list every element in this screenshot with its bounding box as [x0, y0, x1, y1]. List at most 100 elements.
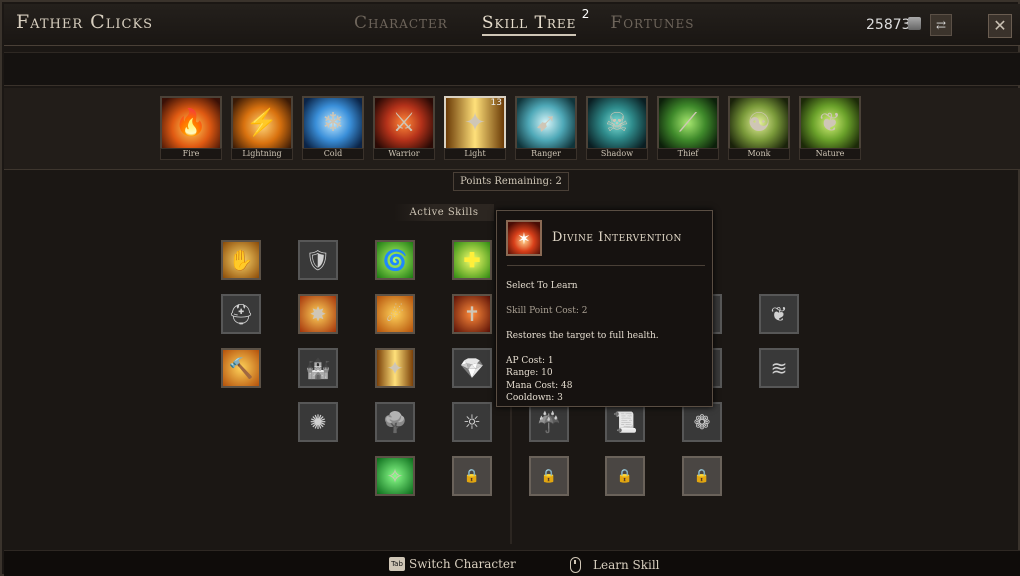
nature-icon: ❦ [799, 96, 861, 150]
swap-button[interactable]: ⇄ [930, 14, 952, 36]
skill-hammer[interactable]: 🔨 [221, 348, 261, 388]
switch-character-label: Switch Character [409, 557, 516, 571]
praying-hand-icon: ✋ [228, 248, 254, 272]
points-remaining: Points Remaining: 2 [453, 172, 569, 191]
skill-passive-tome[interactable]: 📜 [605, 402, 645, 442]
tree-shadow[interactable]: ☠ Shadow [586, 96, 648, 160]
tree-label: Nature [799, 148, 861, 160]
learn-skill-label: Learn Skill [593, 558, 660, 572]
lightning-hammer-icon: ⚡ [231, 96, 293, 150]
shield-icon: 🛡 [305, 248, 331, 272]
arrow-icon: ➹ [515, 96, 577, 150]
tree-nature[interactable]: ❦ Nature [799, 96, 861, 160]
active-skills-heading: Active Skills [394, 204, 494, 221]
lock-icon: 🔒 [540, 468, 558, 484]
skill-locked[interactable]: 🔒 [605, 456, 645, 496]
skill-passive-waterfall[interactable]: ☔ [529, 402, 569, 442]
tooltip-prompt: Select To Learn [506, 281, 578, 291]
tooltip-cooldown: Cooldown: 3 [506, 393, 563, 403]
tree-thief[interactable]: ⟋ Thief [657, 96, 719, 160]
monk-icon: ☯ [728, 96, 790, 150]
ice-crystal-icon: ❄ [302, 96, 364, 150]
skill-locked[interactable]: 🔒 [529, 456, 569, 496]
tome-icon: 📜 [612, 410, 638, 434]
tooltip-separator [507, 265, 705, 266]
tree-ranger[interactable]: ➹ Ranger [515, 96, 577, 160]
tree-lightning[interactable]: ⚡ Lightning [231, 96, 293, 160]
tab-skill-tree-label: Skill Tree [481, 13, 577, 33]
gold-amount: 25873 [866, 17, 911, 33]
waterfall-icon: ☔ [536, 410, 562, 434]
plus-icon: ✚ [463, 248, 481, 272]
divine-intervention-icon: ✶ [506, 220, 542, 256]
beam-icon: ✦ [386, 356, 404, 380]
coin-stack-icon [908, 17, 921, 30]
skill-orb[interactable]: ✺ [298, 402, 338, 442]
claw-icon: ⟋ [657, 96, 719, 150]
skill-passive-swirl[interactable]: ≋ [759, 348, 799, 388]
skill-radiance[interactable]: ☼ [452, 402, 492, 442]
tree-label: Shadow [586, 148, 648, 160]
tree-cold[interactable]: ❄ Cold [302, 96, 364, 160]
skill-locked[interactable]: 🔒 [682, 456, 722, 496]
skill-tree-bar [4, 88, 1020, 170]
fire-figure-icon: 🔥 [160, 96, 222, 150]
skill-heal[interactable]: ✚ [452, 240, 492, 280]
tab-skill-tree[interactable]: Skill Tree 2 [481, 7, 589, 36]
tooltip-range: Range: 10 [506, 368, 553, 378]
tooltip-mana-cost: Mana Cost: 48 [506, 381, 573, 391]
tab-character[interactable]: Character [354, 13, 448, 36]
burst-icon: ✸ [309, 302, 327, 326]
tree-fire[interactable]: 🔥 Fire [160, 96, 222, 160]
tooltip-ap-cost: AP Cost: 1 [506, 356, 554, 366]
skill-passive-scroll[interactable]: ❁ [682, 402, 722, 442]
close-icon: ✕ [993, 16, 1007, 35]
warrior-icon: ⚔ [373, 96, 435, 150]
swirl-icon: 🌀 [382, 248, 408, 272]
header-strip [4, 52, 1020, 86]
tree-label: Ranger [515, 148, 577, 160]
skill-shield[interactable]: 🛡 [298, 240, 338, 280]
cross-icon: ✝ [463, 302, 481, 326]
skill-flare[interactable]: ☄ [375, 294, 415, 334]
skill-helmet[interactable]: ⛑ [221, 294, 261, 334]
tree-light[interactable]: ✦ 13 Light [444, 96, 506, 160]
skill-tree-of-life[interactable]: 🌳 [375, 402, 415, 442]
skill-holy-cross[interactable]: ✝ [452, 294, 492, 334]
close-button[interactable]: ✕ [988, 14, 1012, 38]
skill-gem[interactable]: 💎 [452, 348, 492, 388]
lock-icon: 🔒 [616, 468, 634, 484]
crystal-icon: ✧ [386, 464, 404, 488]
skill-tooltip: ✶ Divine Intervention Select To Learn Sk… [496, 210, 713, 407]
skill-holy-hand[interactable]: ✋ [221, 240, 261, 280]
tree-label: Warrior [373, 148, 435, 160]
skill-light-beam[interactable]: ✦ [375, 348, 415, 388]
tree-label: Cold [302, 148, 364, 160]
wings-icon: ❦ [770, 302, 788, 326]
tab-fortunes[interactable]: Fortunes [610, 13, 694, 36]
character-name: Father Clicks [16, 11, 154, 33]
shadow-mask-icon: ☠ [586, 96, 648, 150]
learn-skill-hint[interactable]: Learn Skill [570, 557, 660, 573]
skill-green-crystal[interactable]: ✧ [375, 456, 415, 496]
tooltip-cost: Skill Point Cost: 2 [506, 306, 588, 316]
scroll-icon: ❁ [693, 410, 711, 434]
tree-monk[interactable]: ☯ Monk [728, 96, 790, 160]
skill-green-swirl[interactable]: 🌀 [375, 240, 415, 280]
swirl-icon: ≋ [770, 356, 788, 380]
tooltip-title: Divine Intervention [552, 230, 682, 245]
lock-icon: 🔒 [693, 468, 711, 484]
hammer-icon: 🔨 [228, 356, 254, 380]
tree-icon: 🌳 [382, 410, 408, 434]
skill-tree-badge: 2 [581, 7, 591, 21]
tree-warrior[interactable]: ⚔ Warrior [373, 96, 435, 160]
skill-locked[interactable]: 🔒 [452, 456, 492, 496]
mouse-icon [570, 557, 581, 573]
fortress-icon: 🏰 [305, 356, 331, 380]
lock-icon: 🔒 [463, 468, 481, 484]
skill-burst[interactable]: ✸ [298, 294, 338, 334]
skill-fortress[interactable]: 🏰 [298, 348, 338, 388]
skill-passive-wings[interactable]: ❦ [759, 294, 799, 334]
switch-character-hint[interactable]: Tab Switch Character [389, 557, 516, 571]
flare-icon: ☄ [386, 302, 404, 326]
